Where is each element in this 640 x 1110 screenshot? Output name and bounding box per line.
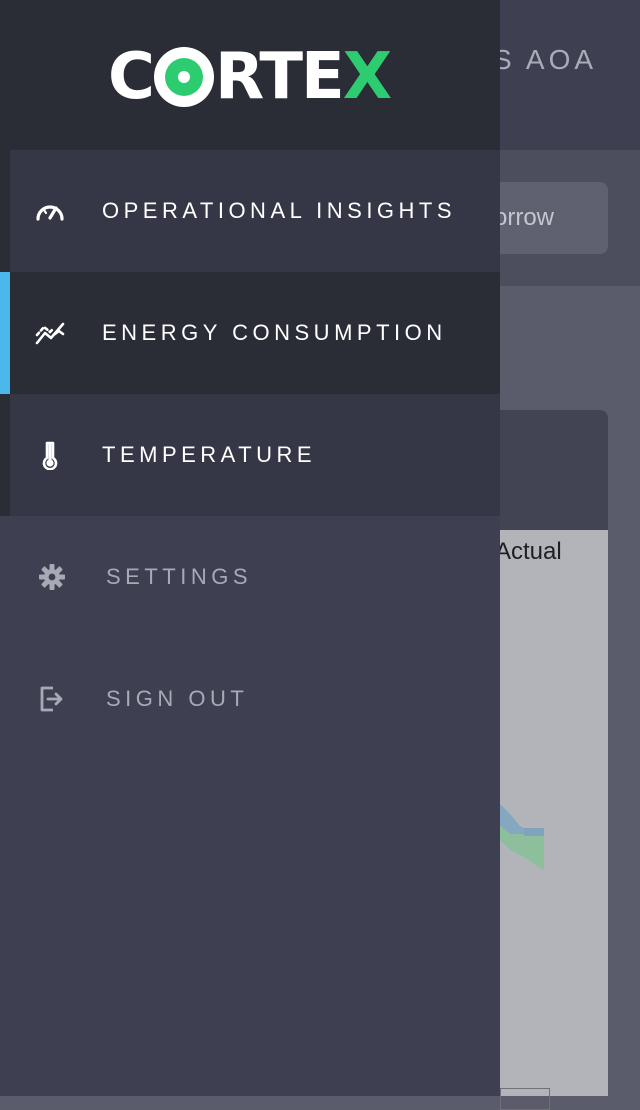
nav-item-settings[interactable]: SETTINGS [0, 516, 500, 638]
nav-secondary-list: SETTINGS SIGN OUT [0, 516, 500, 760]
legend-actual: Actual [495, 538, 562, 565]
app-header-title: S AOA [493, 44, 598, 75]
nav-item-energy-consumption[interactable]: ENERGY CONSUMPTION [0, 272, 500, 394]
sign-out-icon [36, 683, 68, 715]
active-indicator [0, 272, 10, 394]
thermometer-icon [34, 439, 66, 471]
navigation-drawer: C RTE X OPERATIONAL INSIGHTS ENERGY CONS… [0, 0, 500, 1096]
logo-letters-rte: RTE [214, 40, 345, 114]
line-chart-icon [34, 317, 66, 349]
nav-main-list: OPERATIONAL INSIGHTS ENERGY CONSUMPTION [0, 150, 500, 516]
nav-item-label: SIGN OUT [106, 686, 249, 711]
logo-letter-x: X [342, 40, 392, 114]
nav-item-operational-insights[interactable]: OPERATIONAL INSIGHTS [10, 150, 500, 272]
nav-item-label: TEMPERATURE [102, 442, 317, 467]
nav-item-label: OPERATIONAL INSIGHTS [102, 198, 457, 223]
nav-item-sign-out[interactable]: SIGN OUT [0, 638, 500, 760]
logo-o-icon [153, 47, 214, 107]
gear-icon [36, 561, 68, 593]
nav-item-label: ENERGY CONSUMPTION [102, 320, 447, 345]
logo-letter-c: C [108, 40, 155, 114]
nav-item-label: SETTINGS [106, 564, 253, 589]
cortex-logo: C RTE X [108, 40, 392, 114]
speedometer-icon [34, 195, 66, 227]
nav-item-temperature[interactable]: TEMPERATURE [10, 394, 500, 516]
chart-box-outline [500, 1088, 550, 1110]
chart-series-blue-tail [524, 828, 544, 836]
drawer-header: C RTE X [0, 0, 500, 150]
